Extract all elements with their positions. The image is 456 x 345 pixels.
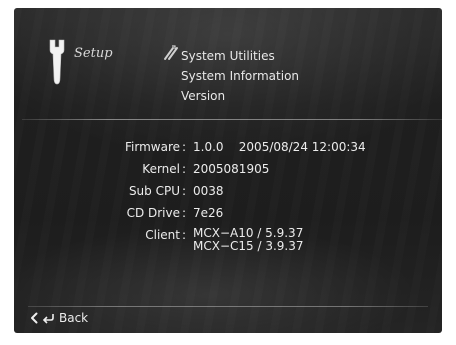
menu-item-system-information[interactable]: System Information — [181, 66, 299, 86]
back-label: Back — [59, 311, 89, 325]
info-label: Client — [145, 228, 180, 242]
client-values: MCX−A10 / 5.9.37 MCX−C15 / 3.9.37 — [193, 224, 304, 253]
info-value: 7e26 — [193, 206, 224, 220]
info-row-sub-cpu: Sub CPU : 0038 — [14, 180, 442, 202]
info-separator: : — [182, 206, 187, 220]
screwdriver-wrench-icon — [162, 44, 180, 62]
wrench-icon — [46, 38, 68, 86]
info-row-client: Client : MCX−A10 / 5.9.37 MCX−C15 / 3.9.… — [14, 224, 442, 254]
menu-item-system-utilities[interactable]: System Utilities — [181, 46, 299, 66]
info-value: 0038 — [193, 184, 224, 198]
version-info-table: Firmware : 1.0.0 2005/08/24 12:00:34 Ker… — [14, 136, 442, 254]
return-arrow-icon — [42, 312, 55, 324]
footer-divider — [28, 306, 428, 307]
settings-screen: Setup System Utilities System Informatio… — [14, 8, 442, 333]
info-separator: : — [182, 228, 187, 242]
info-row-firmware: Firmware : 1.0.0 2005/08/24 12:00:34 — [14, 136, 442, 158]
back-button[interactable]: Back — [30, 311, 88, 325]
info-value: 1.0.0 2005/08/24 12:00:34 — [193, 140, 366, 154]
menu-item-version[interactable]: Version — [181, 86, 299, 106]
client-value: MCX−C15 / 3.9.37 — [193, 239, 304, 253]
info-row-kernel: Kernel : 2005081905 — [14, 158, 442, 180]
breadcrumb-menu: System Utilities System Information Vers… — [181, 46, 299, 106]
info-separator: : — [182, 184, 187, 198]
section-label: Setup — [74, 46, 113, 61]
left-chevron-icon — [30, 312, 38, 324]
info-row-cd-drive: CD Drive : 7e26 — [14, 202, 442, 224]
info-value: 2005081905 — [193, 162, 270, 176]
info-label: CD Drive — [126, 206, 180, 220]
info-separator: : — [182, 140, 187, 154]
header-divider — [22, 119, 442, 120]
info-label: Firmware — [125, 140, 180, 154]
info-label: Kernel — [142, 162, 180, 176]
info-label: Sub CPU — [128, 184, 180, 198]
info-separator: : — [182, 162, 187, 176]
